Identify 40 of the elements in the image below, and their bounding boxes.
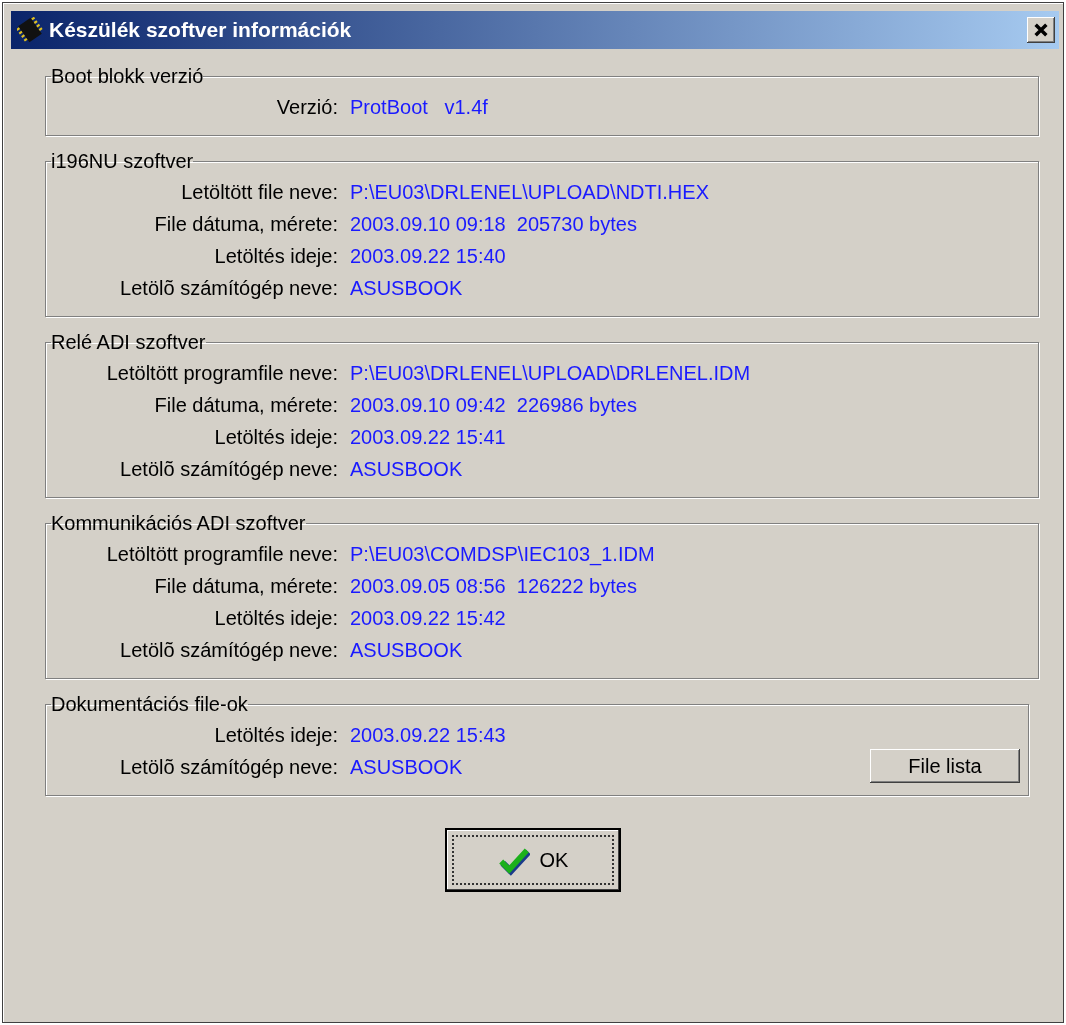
field-value: 2003.09.22 15:41 (350, 425, 507, 450)
field-value: 2003.09.22 15:42 (350, 606, 507, 631)
field-label: Verzió: (275, 95, 338, 120)
field-value: 2003.09.10 09:42 226986 bytes (350, 393, 638, 418)
field-value: P:\EU03\DRLENEL\UPLOAD\DRLENEL.IDM (350, 361, 751, 386)
field-label: Letölõ számítógép neve: (119, 755, 338, 780)
field-label: Letöltött programfile neve: (105, 361, 338, 386)
field-label: Letölõ számítógép neve: (119, 457, 338, 482)
ok-button[interactable]: OK (445, 828, 621, 892)
field-label: Letöltés ideje: (213, 723, 338, 748)
field-value: 2003.09.22 15:43 (350, 723, 506, 748)
close-icon (1033, 22, 1049, 38)
field-value: ASUSBOOK (350, 276, 464, 301)
field-label: Letöltés ideje: (213, 606, 338, 631)
field-value: P:\EU03\DRLENEL\UPLOAD\NDTI.HEX (350, 180, 709, 205)
field-value: ASUSBOOK (350, 638, 464, 663)
group-title: Boot blokk verzió (51, 65, 204, 88)
field-value: ProtBoot v1.4f (350, 95, 488, 120)
group-title: Relé ADI szoftver (51, 331, 206, 354)
field-label: Letöltött file neve: (180, 180, 338, 205)
field-label: File dátuma, mérete: (153, 393, 338, 418)
field-value: P:\EU03\COMDSP\IEC103_1.IDM (350, 542, 655, 568)
field-value: ASUSBOOK (350, 755, 464, 780)
field-value: 2003.09.10 09:18 205730 bytes (350, 212, 638, 237)
field-label: File dátuma, mérete: (153, 574, 338, 599)
field-label: File dátuma, mérete: (153, 212, 338, 237)
field-label: Letölõ számítógép neve: (119, 276, 338, 301)
field-label: Letöltés ideje: (213, 244, 338, 269)
close-button[interactable] (1027, 17, 1055, 43)
field-value: ASUSBOOK (350, 457, 464, 482)
field-value: 2003.09.05 08:56 126222 bytes (350, 574, 638, 599)
file-list-button[interactable]: File lista (870, 749, 1020, 783)
field-value: 2003.09.22 15:40 (350, 244, 507, 269)
group-title: Dokumentációs file-ok (51, 693, 248, 716)
group-title: i196NU szoftver (51, 150, 194, 173)
window-title: Készülék szoftver információk (49, 18, 353, 42)
field-label: Letöltés ideje: (213, 425, 338, 450)
field-label: Letöltött programfile neve: (105, 542, 338, 567)
group-title: Kommunikációs ADI szoftver (51, 512, 306, 535)
field-label: Letölõ számítógép neve: (119, 638, 338, 663)
